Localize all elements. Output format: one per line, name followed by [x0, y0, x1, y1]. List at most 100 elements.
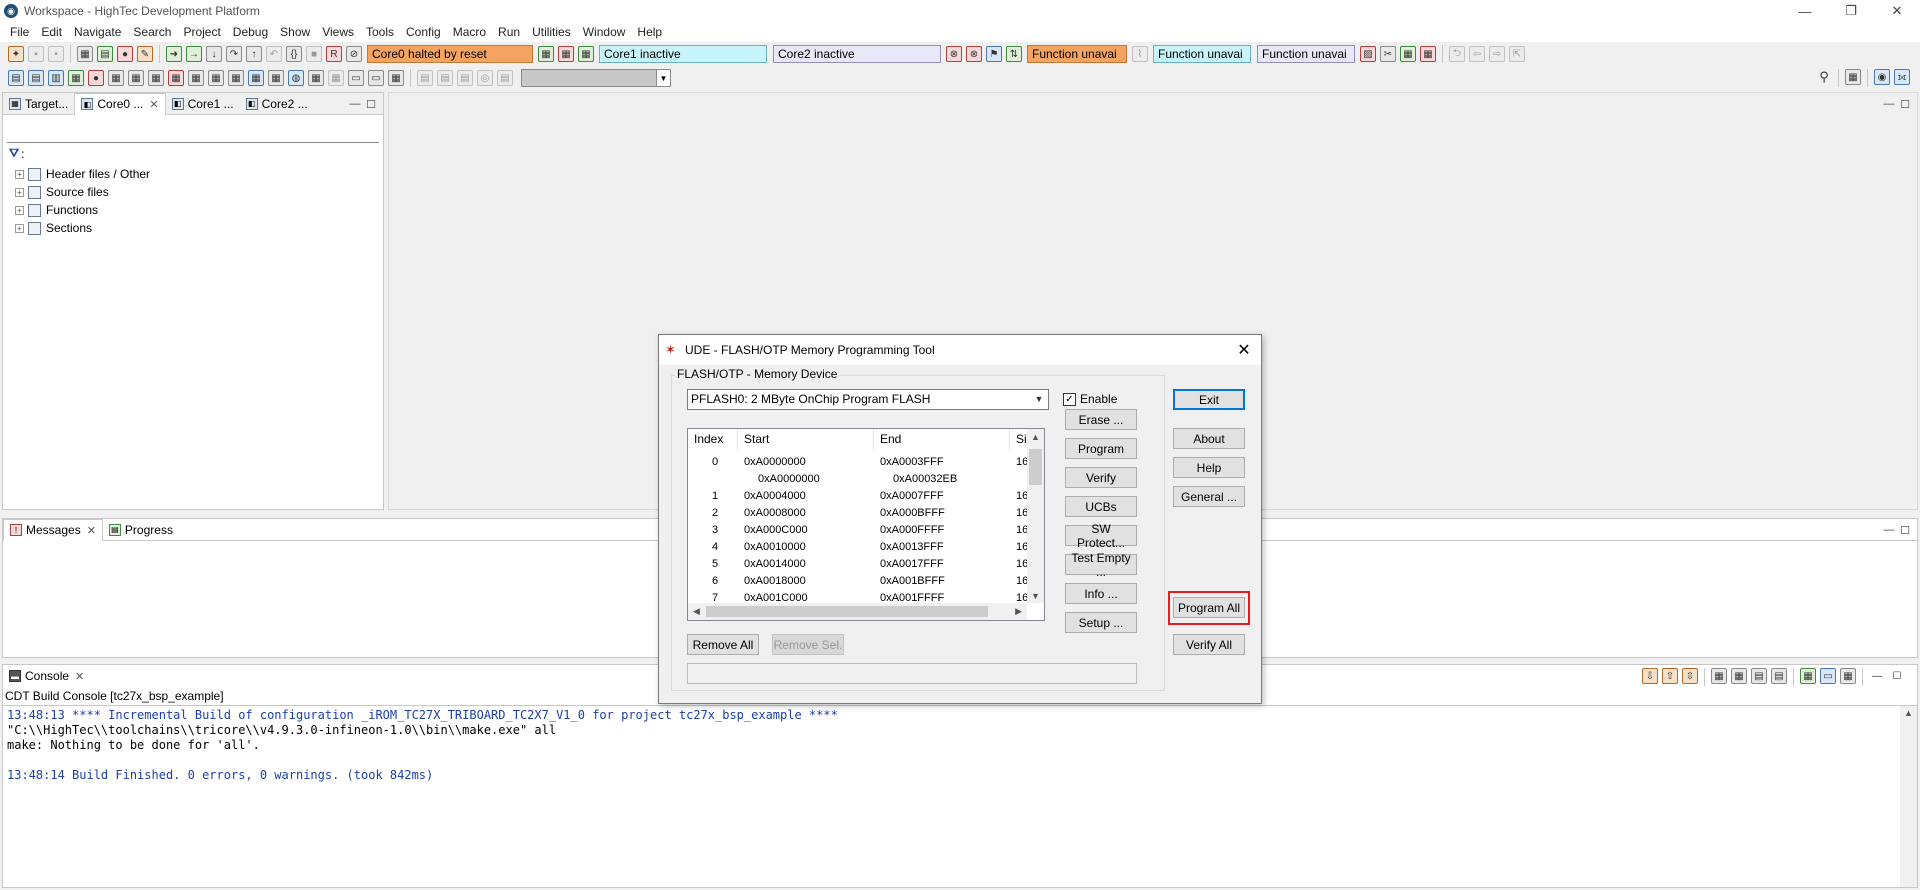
close-icon[interactable]: ✕: [149, 98, 158, 111]
close-icon[interactable]: ✕: [1233, 339, 1255, 361]
debug-perspective-icon[interactable]: ⟗: [1894, 69, 1910, 85]
tab-target[interactable]: ▦ Target...: [3, 93, 74, 115]
close-icon[interactable]: ✕: [75, 670, 84, 683]
tab-core2[interactable]: ◧ Core2 ...: [240, 93, 314, 115]
console-view-icon[interactable]: ▦: [1731, 668, 1747, 684]
flag-icon[interactable]: ⚑: [986, 46, 1002, 62]
stop-icon[interactable]: ■: [306, 46, 322, 62]
console-scrollbar[interactable]: ▲: [1900, 706, 1917, 887]
table-row[interactable]: 4 0xA0010000 0xA0013FFF 16: [688, 539, 1044, 556]
trace-icon[interactable]: ⇅: [1006, 46, 1022, 62]
scroll-right-arrow-icon[interactable]: ▶: [1015, 606, 1022, 617]
sw-protect-button[interactable]: SW Protect...: [1065, 522, 1137, 550]
minimize-icon[interactable]: —: [1869, 668, 1885, 684]
help-button[interactable]: Help: [1173, 457, 1245, 478]
search-icon[interactable]: ⚲: [1816, 69, 1832, 85]
table-row[interactable]: 0xA0000000 0xA00032EB: [688, 471, 1044, 488]
break-icon[interactable]: ⊘: [346, 46, 362, 62]
view10-icon[interactable]: ▦: [208, 70, 224, 86]
registers-icon[interactable]: ▦: [1420, 46, 1436, 62]
view20-icon[interactable]: ▤: [437, 70, 453, 86]
globe-icon[interactable]: ◍: [288, 70, 304, 86]
info-button[interactable]: Info ...: [1065, 583, 1137, 604]
view22-icon[interactable]: ◎: [477, 70, 493, 86]
new-file-icon[interactable]: ✦: [8, 46, 24, 62]
table-row[interactable]: 0 0xA0000000 0xA0003FFF 16: [688, 454, 1044, 471]
ucbs-button[interactable]: UCBs: [1065, 496, 1137, 517]
open-console-icon[interactable]: ▦: [1840, 668, 1856, 684]
menu-help[interactable]: Help: [631, 25, 668, 39]
save-icon[interactable]: ▪: [28, 46, 44, 62]
enable-checkbox[interactable]: ✓ Enable: [1063, 392, 1117, 406]
expand-icon[interactable]: +: [15, 205, 24, 215]
column-end[interactable]: End: [874, 429, 1010, 449]
maximize-icon[interactable]: ☐: [1897, 523, 1913, 537]
chart-icon[interactable]: ▨: [1360, 46, 1376, 62]
column-start[interactable]: Start: [738, 429, 874, 449]
view19-icon[interactable]: ▤: [417, 70, 433, 86]
run-icon[interactable]: ➜: [166, 46, 182, 62]
remove-selected-button[interactable]: Remove Sel.: [772, 634, 844, 655]
menu-navigate[interactable]: Navigate: [68, 25, 127, 39]
view14-icon[interactable]: ▦: [308, 70, 324, 86]
open-perspective-icon[interactable]: ▦: [1845, 69, 1861, 85]
column-index[interactable]: Index: [688, 429, 738, 449]
menu-tools[interactable]: Tools: [360, 25, 400, 39]
open-project-icon[interactable]: ▤: [97, 46, 113, 62]
tool-icon[interactable]: ✎: [137, 46, 153, 62]
brace-icon[interactable]: {}: [286, 46, 302, 62]
exit-button[interactable]: Exit: [1173, 389, 1245, 410]
scroll-down-icon[interactable]: ⇩: [1642, 668, 1658, 684]
table-row[interactable]: 3 0xA000C000 0xA000FFFF 16: [688, 522, 1044, 539]
memory-icon[interactable]: ▦: [1400, 46, 1416, 62]
view17-icon[interactable]: ▭: [368, 70, 384, 86]
close-icon[interactable]: ✕: [1874, 0, 1920, 22]
step-back-icon[interactable]: ↶: [266, 46, 282, 62]
expand-icon[interactable]: +: [15, 169, 24, 179]
scroll-left-arrow-icon[interactable]: ◀: [693, 606, 700, 617]
test-empty-button[interactable]: Test Empty ...: [1065, 551, 1137, 579]
nav-back-icon[interactable]: ⇦: [1469, 46, 1485, 62]
scroll-down-arrow-icon[interactable]: ▼: [1031, 591, 1040, 601]
about-button[interactable]: About: [1173, 428, 1245, 449]
sector-list[interactable]: Index Start End Siz 0 0xA0000000 0xA0003FF…: [687, 428, 1045, 621]
view11-icon[interactable]: ▦: [228, 70, 244, 86]
vertical-scrollbar[interactable]: ▲ ▼: [1027, 429, 1044, 603]
view8-icon[interactable]: ▦: [168, 70, 184, 86]
build-icon[interactable]: ▦: [77, 46, 93, 62]
scroll-up-arrow-icon[interactable]: ▲: [1904, 708, 1913, 718]
view23-icon[interactable]: ▤: [497, 70, 513, 86]
view9-icon[interactable]: ▦: [188, 70, 204, 86]
reset-all-icon[interactable]: ⊗: [966, 46, 982, 62]
tab-messages[interactable]: ! Messages ✕: [3, 518, 103, 541]
menu-edit[interactable]: Edit: [35, 25, 68, 39]
tab-console[interactable]: ▬ Console ✕: [3, 665, 90, 687]
minimize-icon[interactable]: —: [1881, 523, 1897, 537]
view-icon[interactable]: ▤: [8, 70, 24, 86]
minimize-icon[interactable]: —: [1881, 97, 1897, 111]
expand-icon[interactable]: +: [15, 187, 24, 197]
tree-item-sections[interactable]: + Sections: [15, 219, 92, 237]
scroll-thumb[interactable]: [706, 606, 988, 617]
menu-macro[interactable]: Macro: [447, 25, 492, 39]
remove-launch-icon[interactable]: ▤: [1771, 668, 1787, 684]
tab-core1[interactable]: ◧ Core1 ...: [166, 93, 240, 115]
erase-button[interactable]: Erase ...: [1065, 409, 1137, 430]
maximize-icon[interactable]: ☐: [1889, 668, 1905, 684]
maximize-icon[interactable]: ☐: [1897, 97, 1913, 111]
reset-icon[interactable]: R: [326, 46, 342, 62]
reset-core-icon[interactable]: ⊗: [946, 46, 962, 62]
core0-run-icon[interactable]: ▦: [578, 46, 594, 62]
filter-row[interactable]: ⛛ :: [9, 146, 24, 161]
verify-button[interactable]: Verify: [1065, 467, 1137, 488]
save-all-icon[interactable]: ▪: [48, 46, 64, 62]
view21-icon[interactable]: ▤: [457, 70, 473, 86]
console-output[interactable]: 13:48:13 **** Incremental Build of confi…: [3, 705, 1917, 887]
restore-icon[interactable]: ❐: [1828, 0, 1874, 22]
minimize-icon[interactable]: —: [1782, 0, 1828, 22]
view18-icon[interactable]: ▦: [388, 70, 404, 86]
menu-config[interactable]: Config: [400, 25, 447, 39]
step-into-icon[interactable]: ↓: [206, 46, 222, 62]
toolbar-combo[interactable]: ▼: [521, 69, 671, 87]
view16-icon[interactable]: ▭: [348, 70, 364, 86]
